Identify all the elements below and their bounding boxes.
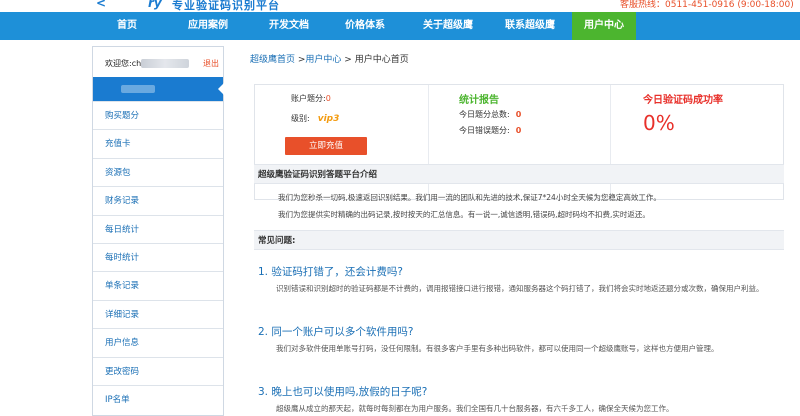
sidebar-item-user-info[interactable]: 用户信息 xyxy=(93,328,223,356)
sidebar-item-label-blurred xyxy=(121,85,155,93)
faq-question-1: 1. 验证码打错了，还会计费吗? xyxy=(258,266,403,278)
recharge-button[interactable]: 立即充值 xyxy=(285,137,367,155)
total-points-row: 今日题分总数: 0 xyxy=(459,110,522,119)
nav-about[interactable]: 关于超级鹰 xyxy=(410,12,486,40)
sidebar-item-change-password[interactable]: 更改密码 xyxy=(93,356,223,385)
breadcrumb-user-center[interactable]: 用户中心 xyxy=(305,55,341,65)
nav-home[interactable]: 首页 xyxy=(96,12,158,40)
sidebar-item-single-record[interactable]: 单条记录 xyxy=(93,271,223,299)
site-slogan: 专业验证码识别平台 xyxy=(172,0,280,12)
level-row: 级别: vip3 xyxy=(291,114,340,124)
nav-docs[interactable]: 开发文档 xyxy=(258,12,320,40)
logo-arrow: < xyxy=(96,0,107,10)
sidebar-item-finance[interactable]: 财务记录 xyxy=(93,186,223,214)
logo[interactable]: ry xyxy=(148,0,162,10)
hotline: 客服热线：0511-451-0916 (9:00-18:00) xyxy=(620,0,794,10)
intro-paragraph-2: 我们为您提供实时精确的出码记录,按时按天的汇总信息。有一说一,诚信透明,错误码,… xyxy=(278,210,650,219)
sidebar-item-recharge-card[interactable]: 充值卡 xyxy=(93,129,223,157)
sidebar-item-ip-list[interactable]: IP名单 xyxy=(93,384,223,413)
top-header: < ry 专业验证码识别平台 客服热线：0511-451-0916 (9:00-… xyxy=(0,0,800,12)
nav-user-center[interactable]: 用户中心 xyxy=(572,12,636,40)
welcome-text: 欢迎您:ch xyxy=(105,59,142,68)
welcome-row: 欢迎您:ch 退出 xyxy=(93,47,223,77)
faq-question-2: 2. 同一个账户可以多个软件用吗? xyxy=(258,326,414,338)
main-nav: 首页 应用案例 开发文档 价格体系 关于超级鹰 联系超级鹰 用户中心 xyxy=(0,12,800,40)
faq-answer-2: 我们对多软件使用单账号打码，没任何限制。有很多客户手里有多种出码软件，都可以使用… xyxy=(276,344,719,353)
main-content: 超级鹰首页 >用户中心 > 用户中心首页 账户题分:0 级别: vip3 立即充值… xyxy=(250,46,800,416)
nav-cases[interactable]: 应用案例 xyxy=(170,12,246,40)
breadcrumb: 超级鹰首页 >用户中心 > 用户中心首页 xyxy=(250,55,409,65)
points-value: 0 xyxy=(325,94,331,103)
logout-link[interactable]: 退出 xyxy=(203,47,219,81)
faq-answer-1: 识别错误和识别超时的验证码都是不计费的，调用报错接口进行报错，通知服务器这个码打… xyxy=(276,284,764,293)
report-title: 统计报告 xyxy=(459,95,499,106)
sidebar-item-daily-stats[interactable]: 每日统计 xyxy=(93,214,223,243)
points-row: 账户题分:0 xyxy=(291,94,331,103)
nav-contact[interactable]: 联系超级鹰 xyxy=(492,12,568,40)
success-rate-value: 0% xyxy=(643,111,675,135)
sidebar-item-detail-record[interactable]: 详细记录 xyxy=(93,299,223,328)
sidebar-item-resource-pack[interactable]: 资源包 xyxy=(93,157,223,186)
error-points-row: 今日错误题分: 0 xyxy=(459,126,522,135)
error-points-value: 0 xyxy=(515,126,522,135)
vip-badge-icon: vip3 xyxy=(317,114,340,124)
nav-pricing[interactable]: 价格体系 xyxy=(334,12,396,40)
faq-heading: 常见问题: xyxy=(254,230,784,250)
intro-heading: 超级鹰验证码识别答题平台介绍 xyxy=(254,164,784,184)
faq-answer-3: 超级鹰从成立的那天起，就每时每刻都在为用户服务。我们全国有几十台服务器，有六千多… xyxy=(276,404,674,413)
username-blurred xyxy=(141,59,190,68)
total-points-value: 0 xyxy=(515,110,522,119)
success-rate-title: 今日验证码成功率 xyxy=(643,95,723,106)
sidebar-item-home[interactable] xyxy=(93,77,224,101)
sidebar-item-hourly-stats[interactable]: 每时统计 xyxy=(93,242,223,271)
sidebar: 欢迎您:ch 退出 购买题分 充值卡 资源包 财务记录 每日统计 每时统计 单条… xyxy=(92,46,224,416)
breadcrumb-current: 用户中心首页 xyxy=(354,55,409,65)
sidebar-item-buy-points[interactable]: 购买题分 xyxy=(93,101,223,129)
active-notch-icon xyxy=(218,83,224,95)
intro-paragraph-1: 我们为您秒杀一切码,极速返回识别结果。我们用一流的团队和先进的技术,保证7*24… xyxy=(278,193,661,202)
breadcrumb-home[interactable]: 超级鹰首页 xyxy=(250,55,295,65)
faq-question-3: 3. 晚上也可以使用吗,放假的日子呢? xyxy=(258,386,428,398)
